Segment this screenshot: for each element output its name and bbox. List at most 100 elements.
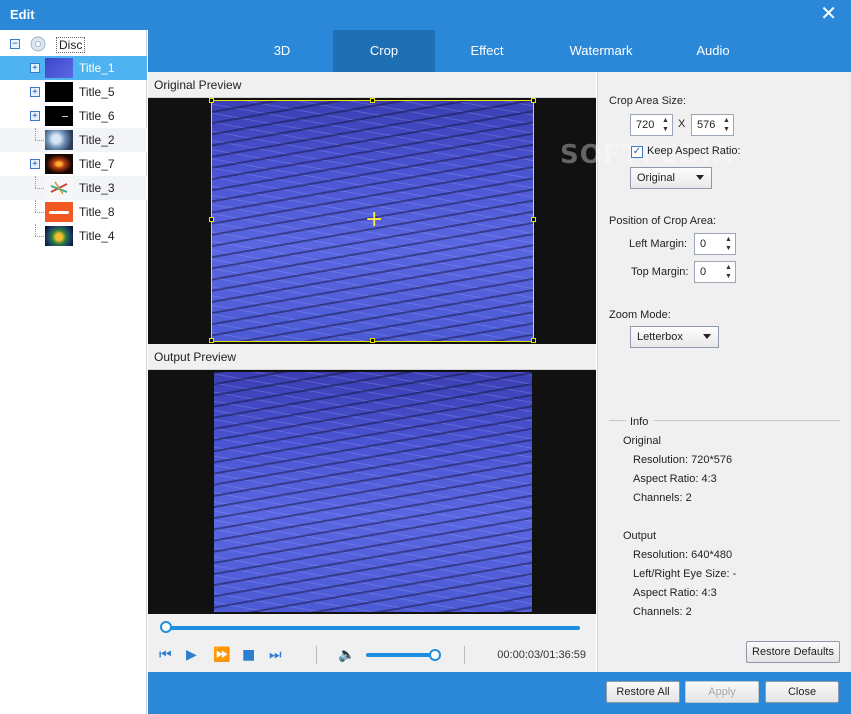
playback-timecode: 00:00:03/01:36:59 <box>497 649 586 661</box>
output-preview-video <box>148 370 596 614</box>
fast-forward-icon[interactable]: ⏩ <box>213 648 230 662</box>
left-margin-value: 0 <box>700 238 707 250</box>
window-title: Edit <box>10 7 35 22</box>
crop-handle-bottom-left[interactable] <box>209 338 214 343</box>
crop-handle-bottom-right[interactable] <box>531 338 536 343</box>
aspect-ratio-dropdown[interactable]: Original <box>630 167 712 189</box>
zoom-mode-label: Zoom Mode: <box>609 309 671 321</box>
keep-aspect-ratio-checkbox[interactable]: ✓ <box>631 146 643 158</box>
tree-item-title-2[interactable]: Title_2 <box>0 128 147 152</box>
expand-icon[interactable]: + <box>30 63 40 73</box>
crop-handle-left[interactable] <box>209 217 214 222</box>
spinner-arrows-icon[interactable]: ▲ ▼ <box>722 116 731 134</box>
left-margin-label: Left Margin: <box>629 238 688 250</box>
crop-width-spinner[interactable]: 720 ▲ ▼ <box>630 114 673 136</box>
tab-bar: 3D Crop Effect Watermark Audio <box>148 30 851 72</box>
crop-height-spinner[interactable]: 576 ▲ ▼ <box>691 114 734 136</box>
divider <box>464 646 465 664</box>
crop-handle-top[interactable] <box>370 98 375 103</box>
tree-item-title-5[interactable]: + Title_5 <box>0 80 147 104</box>
disc-icon <box>30 36 46 52</box>
info-output-eye-size: Left/Right Eye Size: - <box>633 568 737 580</box>
close-button[interactable]: Close <box>765 681 839 703</box>
info-original-resolution: Resolution: 720*576 <box>633 454 733 466</box>
tree-item-label: Title_4 <box>79 229 115 243</box>
info-original-aspect: Aspect Ratio: 4:3 <box>633 473 717 485</box>
tab-watermark[interactable]: Watermark <box>550 30 652 72</box>
stop-icon[interactable]: ■ <box>242 648 255 662</box>
thumbnail-image <box>45 130 73 150</box>
tree-item-label: Title_6 <box>79 109 115 123</box>
original-preview-header: Original Preview <box>148 72 596 98</box>
output-preview-header: Output Preview <box>148 344 596 370</box>
output-preview-label: Output Preview <box>154 350 237 364</box>
tree-item-label: Title_2 <box>79 133 115 147</box>
collapse-icon[interactable]: − <box>10 39 20 49</box>
divider <box>316 646 317 664</box>
expand-icon[interactable]: + <box>30 87 40 97</box>
apply-button[interactable]: Apply <box>685 681 759 703</box>
output-video-frame <box>214 372 532 612</box>
info-output-resolution: Resolution: 640*480 <box>633 549 733 561</box>
zoom-mode-value: Letterbox <box>637 331 683 343</box>
keep-aspect-ratio-label: Keep Aspect Ratio: <box>647 145 741 157</box>
tree-root-disc[interactable]: − Disc <box>0 32 147 56</box>
info-group-line <box>654 420 840 421</box>
tree-item-label: Title_5 <box>79 85 115 99</box>
tab-audio[interactable]: Audio <box>662 30 764 72</box>
expand-icon[interactable]: + <box>30 159 40 169</box>
tree-item-title-6[interactable]: + Title_6 <box>0 104 147 128</box>
top-margin-spinner[interactable]: 0 ▲ ▼ <box>694 261 736 283</box>
volume-icon[interactable]: 🔈 <box>338 648 355 662</box>
chevron-down-icon <box>703 334 711 339</box>
spinner-arrows-icon[interactable]: ▲ ▼ <box>724 235 733 253</box>
crop-handle-bottom[interactable] <box>370 338 375 343</box>
crop-width-value: 720 <box>636 119 655 131</box>
tree-item-title-8[interactable]: Title_8 <box>0 200 147 224</box>
expand-icon[interactable]: + <box>30 111 40 121</box>
restore-all-button[interactable]: Restore All <box>606 681 680 703</box>
spinner-arrows-icon[interactable]: ▲ ▼ <box>724 263 733 281</box>
spinner-arrows-icon[interactable]: ▲ ▼ <box>661 116 670 134</box>
seek-bar[interactable] <box>164 626 580 630</box>
tab-effect[interactable]: Effect <box>436 30 538 72</box>
zoom-mode-dropdown[interactable]: Letterbox <box>630 326 719 348</box>
thumbnail-image <box>45 82 73 102</box>
top-margin-label: Top Margin: <box>631 266 689 278</box>
volume-handle[interactable] <box>429 649 441 661</box>
thumbnail-image <box>45 226 73 246</box>
info-output-aspect: Aspect Ratio: 4:3 <box>633 587 717 599</box>
left-margin-spinner[interactable]: 0 ▲ ▼ <box>694 233 736 255</box>
disc-label: Disc <box>56 37 86 53</box>
info-output-heading: Output <box>623 530 657 542</box>
tree-item-label: Title_3 <box>79 181 115 195</box>
seek-handle[interactable] <box>160 621 172 633</box>
crop-handle-right[interactable] <box>531 217 536 222</box>
tree-item-title-3[interactable]: Title_3 <box>0 176 147 200</box>
crop-settings-panel: SOFTPEDIA Crop Area Size: 720 ▲ ▼ X 576 ▲… <box>560 72 851 672</box>
top-margin-value: 0 <box>700 266 707 278</box>
tab-3d[interactable]: 3D <box>231 30 333 72</box>
crop-handle-top-left[interactable] <box>209 98 214 103</box>
tab-crop[interactable]: Crop <box>333 30 435 72</box>
aspect-ratio-value: Original <box>637 172 675 184</box>
prev-frame-icon[interactable]: ⏮ <box>159 648 172 662</box>
restore-defaults-button[interactable]: Restore Defaults <box>746 641 840 663</box>
chevron-down-icon <box>696 175 704 180</box>
thumbnail-image <box>45 178 73 198</box>
tree-item-label: Title_8 <box>79 205 115 219</box>
window-title-bar: Edit ✕ <box>0 0 851 30</box>
volume-slider[interactable] <box>366 653 436 657</box>
thumbnail-image <box>45 202 73 222</box>
tree-item-title-4[interactable]: Title_4 <box>0 224 147 248</box>
bottom-action-bar: Restore All Apply Close <box>148 672 851 714</box>
play-icon[interactable]: ▶ <box>186 648 197 662</box>
next-frame-icon[interactable]: ⏭ <box>269 648 282 662</box>
tree-item-title-7[interactable]: + Title_7 <box>0 152 147 176</box>
tree-item-title-1[interactable]: + Title_1 <box>0 56 147 80</box>
info-group-line <box>609 420 626 421</box>
crop-handle-top-right[interactable] <box>531 98 536 103</box>
info-original-channels: Channels: 2 <box>633 492 692 504</box>
original-preview-label: Original Preview <box>154 78 242 92</box>
close-window-icon[interactable]: ✕ <box>820 3 837 25</box>
